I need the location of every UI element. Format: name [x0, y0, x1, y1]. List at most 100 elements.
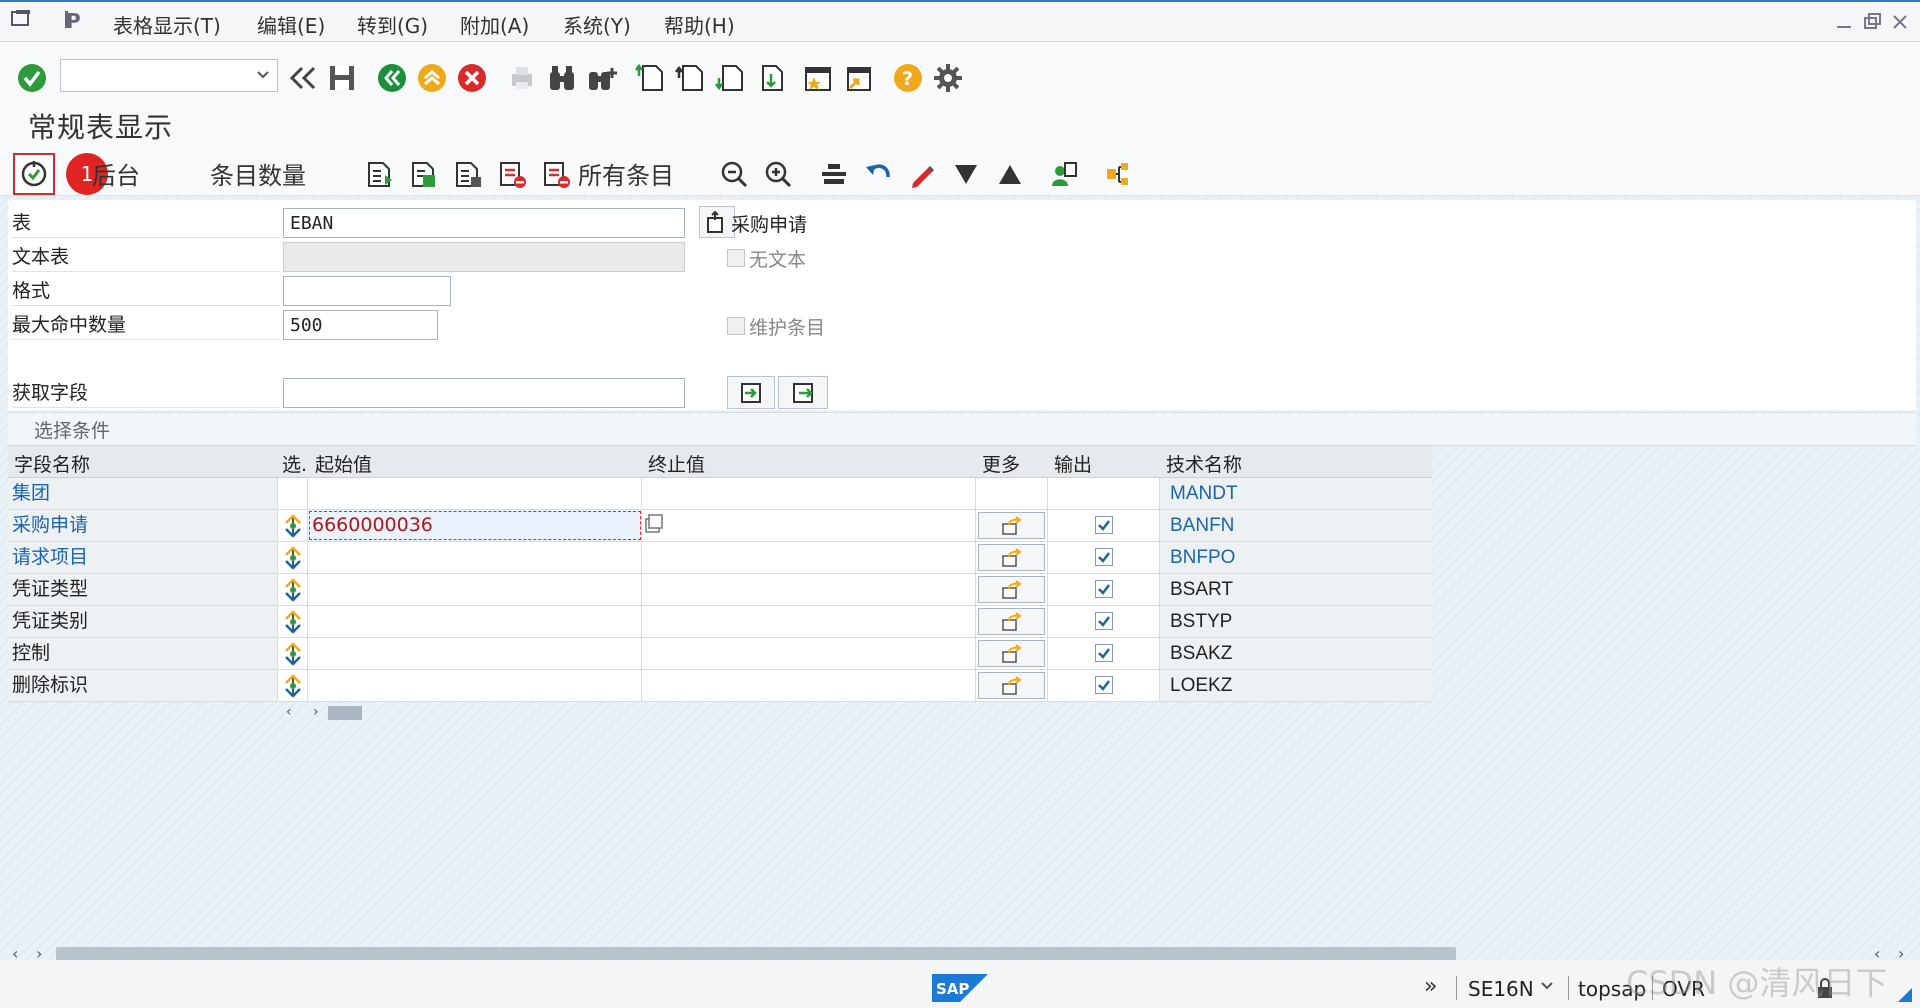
get-fields-button-2[interactable] [778, 376, 828, 409]
next-page-icon[interactable] [712, 58, 748, 98]
menu-help[interactable]: 帮助(H) [664, 10, 735, 39]
more-button[interactable] [978, 640, 1045, 667]
output-checkbox[interactable] [1094, 516, 1113, 534]
output-cell[interactable] [1048, 510, 1160, 541]
field-name-cell[interactable]: 采购申请 [8, 510, 278, 541]
option-cell[interactable] [278, 670, 308, 701]
last-page-icon[interactable] [752, 58, 788, 98]
field-name[interactable]: 集团 [12, 482, 50, 504]
from-value-cell[interactable] [308, 574, 642, 605]
delete-line-icon[interactable] [494, 154, 530, 194]
undo-icon[interactable] [860, 154, 896, 194]
output-checkbox[interactable] [1094, 644, 1113, 662]
select-option-icon[interactable] [280, 513, 306, 539]
select-option-icon[interactable] [280, 545, 306, 571]
menu-table-display[interactable]: 表格显示(T) [113, 10, 221, 39]
cancel-icon[interactable] [454, 58, 490, 98]
grid-scroll-left-icon[interactable]: ‹ [286, 704, 292, 720]
to-value-cell[interactable] [642, 670, 976, 701]
more-button[interactable] [978, 608, 1045, 635]
from-value[interactable]: 6660000036 [312, 514, 433, 536]
center-align-icon[interactable] [816, 154, 852, 194]
option-cell[interactable] [278, 574, 308, 605]
output-checkbox[interactable] [1094, 580, 1113, 598]
layout-input[interactable] [283, 276, 451, 306]
back-icon[interactable] [284, 58, 320, 98]
to-value-cell[interactable] [642, 638, 976, 669]
more-cell[interactable] [976, 606, 1048, 637]
output-checkbox[interactable] [1094, 612, 1113, 630]
output-cell[interactable] [1048, 574, 1160, 605]
all-entries-button[interactable]: 所有条目 [578, 156, 674, 191]
output-cell[interactable] [1048, 478, 1160, 509]
help-icon[interactable]: ? [890, 58, 926, 98]
output-cell[interactable] [1048, 670, 1160, 701]
layout-save-icon[interactable] [406, 154, 442, 194]
from-value-cell[interactable] [308, 638, 642, 669]
resize-grip-icon[interactable] [1896, 986, 1914, 1008]
field-name[interactable]: 采购申请 [12, 514, 88, 536]
from-value-cell[interactable] [308, 542, 642, 573]
enter-icon[interactable] [12, 58, 52, 98]
get-fields-button-1[interactable] [727, 376, 775, 409]
from-value-cell[interactable] [308, 606, 642, 637]
select-option-icon[interactable] [280, 609, 306, 635]
entries-count-button[interactable]: 条目数量 [210, 156, 306, 191]
find-icon[interactable] [544, 58, 580, 98]
layout-manage-icon[interactable] [450, 154, 486, 194]
status-transaction[interactable]: SE16N [1468, 977, 1534, 1001]
select-option-icon[interactable] [280, 641, 306, 667]
to-value-cell[interactable] [642, 574, 976, 605]
grid-scroll-right-icon[interactable]: › [313, 704, 319, 720]
to-value-cell[interactable] [642, 606, 976, 637]
zoom-out-icon[interactable] [716, 154, 752, 194]
more-button[interactable] [978, 544, 1045, 571]
from-value-cell[interactable]: 6660000036 [308, 510, 663, 541]
close-icon[interactable] [1890, 12, 1910, 37]
output-checkbox[interactable] [1094, 676, 1113, 694]
from-value-cell[interactable] [308, 670, 642, 701]
output-cell[interactable] [1048, 606, 1160, 637]
exit-icon[interactable] [414, 58, 450, 98]
zoom-in-icon[interactable] [760, 154, 796, 194]
sort-ascending-icon[interactable] [992, 154, 1028, 194]
select-option-icon[interactable] [280, 577, 306, 603]
output-cell[interactable] [1048, 542, 1160, 573]
shortcut-icon[interactable] [840, 58, 876, 98]
background-button[interactable]: 后台 [92, 156, 140, 191]
more-button[interactable] [978, 576, 1045, 603]
to-value-cell[interactable] [642, 478, 976, 509]
execute-button[interactable] [13, 153, 55, 195]
menu-extras[interactable]: 附加(A) [460, 10, 529, 39]
minimize-icon[interactable] [1834, 12, 1854, 37]
to-value-cell[interactable] [642, 542, 976, 573]
first-page-icon[interactable] [632, 58, 668, 98]
max-hits-input[interactable] [283, 310, 438, 340]
field-name-cell[interactable]: 集团 [8, 478, 278, 509]
status-expand-icon[interactable]: » [1424, 974, 1437, 999]
more-cell[interactable] [976, 638, 1048, 669]
layout-choose-icon[interactable] [362, 154, 398, 194]
more-cell[interactable] [976, 510, 1048, 541]
user-settings-icon[interactable] [1046, 154, 1082, 194]
menu-edit[interactable]: 编辑(E) [257, 10, 325, 39]
status-chevron-icon[interactable] [1539, 976, 1555, 1001]
save-icon[interactable] [324, 58, 360, 98]
option-cell[interactable] [278, 510, 308, 541]
output-checkbox[interactable] [1094, 548, 1113, 566]
back-green-icon[interactable] [374, 58, 410, 98]
command-field[interactable] [60, 59, 278, 92]
to-value-cell[interactable] [642, 510, 976, 541]
menu-goto[interactable]: 转到(G) [357, 10, 428, 39]
settings-icon[interactable] [930, 58, 966, 98]
table-input[interactable] [283, 208, 685, 238]
sort-descending-icon[interactable] [948, 154, 984, 194]
menu-system[interactable]: 系统(Y) [563, 10, 631, 39]
more-cell[interactable] [976, 670, 1048, 701]
window-menu-icon[interactable] [10, 8, 32, 35]
prev-page-icon[interactable] [672, 58, 708, 98]
select-option-icon[interactable] [280, 673, 306, 699]
output-cell[interactable] [1048, 638, 1160, 669]
edit-pen-icon[interactable] [904, 154, 940, 194]
get-fields-input[interactable] [283, 378, 685, 408]
